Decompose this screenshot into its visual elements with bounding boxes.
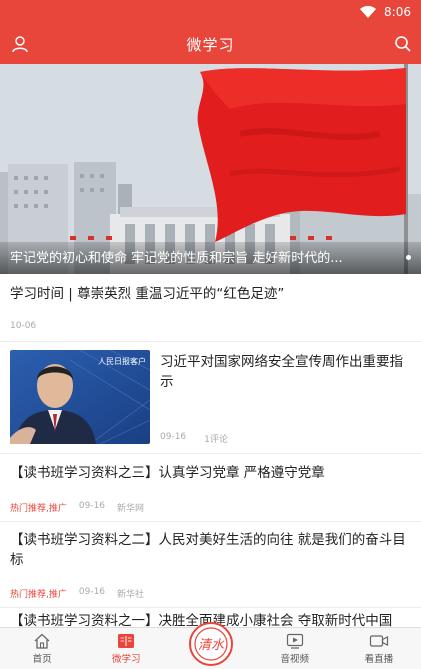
tab-micro-study[interactable]: 微学习 <box>84 628 168 669</box>
news-item[interactable]: 【读书班学习资料之三】认真学习党章 严格遵守党章 热门推荐,推广 09-16 新… <box>0 454 421 522</box>
news-item[interactable]: 人民日报客户 习近平对国家网络安全宣传周作出重要指示 09-16 1评论 <box>0 342 421 454</box>
tab-label: 首页 <box>32 654 52 665</box>
status-bar: 8:06 <box>0 0 421 24</box>
tab-center-logo[interactable]: 清水 <box>168 622 252 669</box>
news-title: 【读书班学习资料之二】人民对美好生活的向往 就是我们的奋斗目标 <box>10 532 406 568</box>
tab-audio-video[interactable]: 音视频 <box>253 628 337 669</box>
news-source: 新华社 <box>117 590 145 600</box>
news-title: 习近平对国家网络安全宣传周作出重要指示 <box>160 354 403 390</box>
news-date: 09-16 <box>160 432 187 442</box>
news-title: 学习时间 | 尊崇英烈 重温习近平的“红色足迹” <box>10 286 285 302</box>
tab-home[interactable]: 首页 <box>0 628 84 669</box>
news-item[interactable]: 【读书班学习资料之二】人民对美好生活的向往 就是我们的奋斗目标 热门推荐,推广 … <box>0 522 421 608</box>
news-title: 【读书班学习资料之三】认真学习党章 严格遵守党章 <box>10 465 325 481</box>
news-source: 新华网 <box>117 504 145 514</box>
user-icon[interactable] <box>10 34 30 54</box>
tab-label: 看直播 <box>364 654 394 665</box>
video-play-icon <box>286 633 303 649</box>
news-item[interactable]: 学习时间 | 尊崇英烈 重温习近平的“红色足迹” 10-06 <box>0 274 421 342</box>
logo-seal-icon: 清水 <box>188 622 233 666</box>
news-date: 09-16 <box>78 501 106 511</box>
news-comments: 1评论 <box>204 435 228 445</box>
carousel-indicator[interactable] <box>406 255 411 260</box>
news-date: 10-06 <box>10 321 37 331</box>
status-time: 8:06 <box>384 5 411 19</box>
page-title: 微学习 <box>186 35 235 54</box>
search-icon[interactable] <box>393 34 413 54</box>
news-thumbnail: 人民日报客户 <box>10 350 150 444</box>
tab-label: 音视频 <box>280 654 309 665</box>
banner-caption: 牢记党的初心和使命 牢记党的性质和宗旨 走好新时代的... <box>10 251 343 266</box>
camera-icon <box>369 635 389 647</box>
thumb-watermark: 人民日报客户 <box>98 356 146 366</box>
news-tag: 热门推荐,推广 <box>10 590 67 600</box>
wifi-icon <box>360 6 377 18</box>
home-icon <box>34 633 50 649</box>
tab-live[interactable]: 看直播 <box>337 628 421 669</box>
book-icon <box>118 634 135 648</box>
banner-carousel[interactable]: 牢记党的初心和使命 牢记党的性质和宗旨 走好新时代的... <box>0 64 421 274</box>
bottom-tab-bar: 首页 微学习 清水 音视频 看直播 <box>0 622 421 669</box>
news-date: 09-16 <box>78 587 106 597</box>
tab-label: 微学习 <box>112 654 141 665</box>
news-tag: 热门推荐,推广 <box>10 504 67 514</box>
logo-text: 清水 <box>197 638 224 653</box>
app-bar: 微学习 <box>0 24 421 64</box>
